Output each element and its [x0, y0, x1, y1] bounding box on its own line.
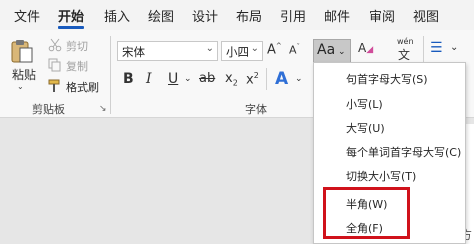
cut-button[interactable]: 剪切: [66, 38, 88, 54]
scissors-icon[interactable]: [48, 37, 62, 56]
text-effects-icon[interactable]: A: [275, 69, 288, 89]
chevron-down-icon[interactable]: ⌄: [251, 43, 259, 54]
chevron-down-icon[interactable]: ⌄: [206, 43, 214, 54]
bullets-icon[interactable]: ☰: [430, 40, 443, 56]
clipboard-group-label: 剪贴板: [32, 103, 65, 116]
tab-home[interactable]: 开始: [58, 6, 84, 25]
superscript-icon[interactable]: x2: [246, 71, 259, 87]
font-size-value: 小四: [226, 45, 249, 59]
chevron-down-icon: ⌄: [335, 47, 346, 57]
copy-icon[interactable]: [48, 57, 62, 76]
font-name-combo[interactable]: 宋体 ⌄: [117, 41, 218, 61]
clear-formatting-icon[interactable]: A◢: [358, 41, 373, 55]
font-group-label: 字体: [245, 103, 267, 116]
menu-item-capitalize-each-word[interactable]: 每个单词首字母大写(C): [346, 144, 461, 160]
bold-icon[interactable]: B: [123, 71, 134, 87]
paste-button[interactable]: 粘贴: [12, 66, 36, 83]
menu-item-sentence-case[interactable]: 句首字母大写(S): [346, 71, 428, 87]
paste-dropdown-chevron-icon[interactable]: ⌄: [17, 82, 24, 91]
change-case-icon: Aa: [317, 42, 336, 58]
tab-view[interactable]: 视图: [413, 6, 439, 25]
font-name-value: 宋体: [122, 45, 145, 59]
shrink-font-icon[interactable]: Aˇ: [289, 43, 300, 57]
highlight-box: [323, 187, 410, 239]
group-divider: [110, 36, 111, 114]
menu-item-lowercase[interactable]: 小写(L): [346, 96, 383, 112]
tab-layout[interactable]: 布局: [236, 6, 262, 25]
button-divider: [266, 68, 267, 90]
grow-font-icon[interactable]: A^: [267, 42, 282, 57]
menu-item-uppercase[interactable]: 大写(U): [346, 120, 385, 136]
strikethrough-icon[interactable]: ab: [199, 71, 215, 86]
copy-button[interactable]: 复制: [66, 58, 88, 74]
format-painter-button[interactable]: 格式刷: [66, 79, 99, 95]
chevron-down-icon[interactable]: ⌄: [295, 74, 303, 84]
subscript-icon[interactable]: x2: [225, 71, 238, 88]
change-case-button[interactable]: Aa ⌄: [313, 39, 351, 63]
clipboard-launcher-icon[interactable]: ↘: [99, 104, 107, 114]
tab-insert[interactable]: 插入: [104, 6, 130, 25]
ribbon-tab-bar: 文件 开始 插入 绘图 设计 布局 引用 邮件 审阅 视图: [0, 0, 474, 30]
menu-item-toggle-case[interactable]: 切换大小写(T): [346, 168, 416, 184]
phonetic-guide-top: wén: [397, 37, 414, 46]
underline-icon[interactable]: U: [168, 71, 178, 87]
tab-mailings[interactable]: 邮件: [324, 6, 350, 25]
paste-icon[interactable]: [10, 38, 34, 64]
tab-references[interactable]: 引用: [280, 6, 306, 25]
tab-design[interactable]: 设计: [192, 6, 218, 25]
italic-icon[interactable]: I: [146, 71, 152, 87]
active-tab-indicator: [58, 26, 84, 29]
tab-draw[interactable]: 绘图: [148, 6, 174, 25]
phonetic-guide-icon[interactable]: 文: [398, 46, 410, 63]
chevron-down-icon[interactable]: ⌄: [450, 42, 458, 53]
chevron-down-icon[interactable]: ⌄: [184, 74, 192, 84]
format-painter-icon[interactable]: [48, 78, 62, 97]
font-size-combo[interactable]: 小四 ⌄: [221, 41, 263, 61]
tab-review[interactable]: 审阅: [369, 6, 395, 25]
tab-file[interactable]: 文件: [14, 6, 40, 25]
